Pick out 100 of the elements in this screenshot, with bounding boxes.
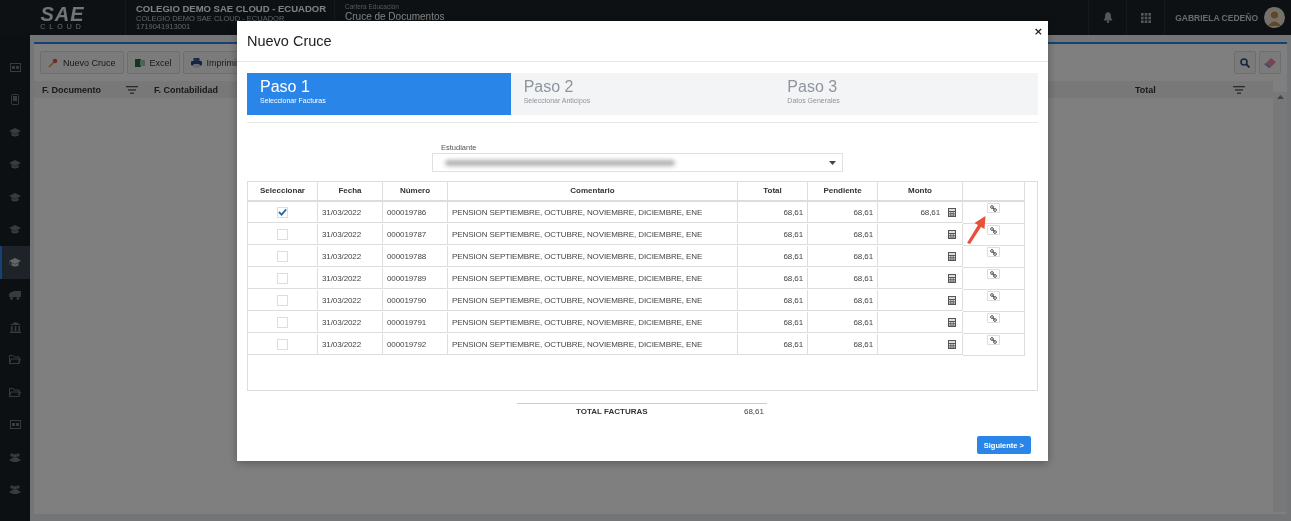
toolbar-button[interactable]: Nuevo Cruce: [40, 51, 124, 74]
column-header: Pendiente: [808, 182, 878, 202]
row-checkbox[interactable]: [277, 250, 288, 262]
eraser-icon: [1264, 57, 1276, 68]
table-cell: 31/03/2022: [322, 339, 362, 349]
caret-icon: [829, 160, 836, 165]
calculator-icon[interactable]: [948, 251, 956, 261]
apps-grid-icon[interactable]: [1140, 12, 1151, 23]
table-cell: PENSION SEPTIEMBRE, OCTUBRE, NOVIEMBRE, DICIEMBRE, ENE: [452, 207, 703, 217]
row-checkbox[interactable]: [277, 338, 288, 350]
link-button[interactable]: [987, 291, 1000, 301]
row-checkbox[interactable]: [277, 316, 288, 328]
chain-link-icon: [990, 336, 997, 344]
total-label: TOTAL FACTURAS: [576, 407, 648, 416]
people-icon: [9, 485, 21, 495]
card-icon: [9, 62, 21, 72]
graduation-cap-icon: [9, 160, 21, 170]
link-button[interactable]: [987, 269, 1000, 279]
close-button[interactable]: ×: [1033, 25, 1043, 38]
table-cell: 000019788: [387, 251, 427, 261]
chain-link-icon: [990, 204, 997, 212]
column-header: Total: [738, 182, 808, 202]
row-checkbox[interactable]: [277, 206, 288, 218]
chain-link-icon: [990, 314, 997, 322]
column-header: Número: [383, 182, 448, 202]
eraser-button[interactable]: [1259, 51, 1281, 74]
filter-icon[interactable]: [1233, 85, 1245, 94]
graduation-cap-icon: [9, 127, 21, 137]
table-cell: 68,61: [783, 273, 803, 283]
search-icon: [1240, 57, 1250, 68]
graduation-cap-icon: [9, 225, 21, 235]
table-cell: 68,61: [853, 251, 873, 261]
table-cell: PENSION SEPTIEMBRE, OCTUBRE, NOVIEMBRE, DICIEMBRE, ENE: [452, 339, 703, 349]
column-header[interactable]: F. Documento: [42, 84, 101, 95]
link-button[interactable]: [987, 247, 1000, 257]
table-cell: 68,61: [853, 273, 873, 283]
link-button[interactable]: [987, 313, 1000, 323]
graduation-cap-icon: [9, 192, 21, 202]
sidebar-item[interactable]: [0, 246, 30, 279]
table-cell: 68,61: [853, 295, 873, 305]
table-cell: 31/03/2022: [322, 317, 362, 327]
table-cell: 68,61: [783, 295, 803, 305]
table-cell: 68,61: [783, 339, 803, 349]
link-button[interactable]: [987, 225, 1000, 235]
table-cell: 000019790: [387, 295, 427, 305]
key-icon: [48, 57, 58, 68]
table-cell: 31/03/2022: [322, 207, 362, 217]
folder-icon: [9, 355, 21, 365]
column-header: Comentario: [448, 182, 738, 202]
bank-icon: [9, 321, 21, 333]
student-select[interactable]: [432, 153, 843, 172]
company-name: COLEGIO DEMO SAE CLOUD - ECUADOR: [136, 3, 326, 15]
card-icon: [9, 420, 21, 430]
avatar-icon[interactable]: [1264, 7, 1285, 28]
table-cell: 68,61: [853, 339, 873, 349]
table-cell: PENSION SEPTIEMBRE, OCTUBRE, NOVIEMBRE, DICIEMBRE, ENE: [452, 229, 703, 239]
calculator-icon[interactable]: [948, 317, 956, 327]
page-title: Cruce de Documentos: [345, 11, 445, 22]
bell-icon[interactable]: [1102, 12, 1113, 23]
row-checkbox[interactable]: [277, 228, 288, 240]
scroll-up-icon[interactable]: [1276, 95, 1284, 99]
printer-icon: [190, 57, 202, 68]
calculator-icon[interactable]: [948, 295, 956, 305]
link-button[interactable]: [987, 335, 1000, 345]
scrollbar[interactable]: [1273, 92, 1287, 512]
calculator-icon[interactable]: [948, 273, 956, 283]
phone-icon: [11, 94, 19, 106]
table-cell: 68,61: [783, 207, 803, 217]
table-cell: 68,61: [853, 207, 873, 217]
column-header: Seleccionar: [248, 182, 318, 202]
table-cell: 000019789: [387, 273, 427, 283]
calculator-icon[interactable]: [948, 339, 956, 349]
search-button[interactable]: [1234, 51, 1256, 74]
amount-value[interactable]: 68,61: [920, 207, 940, 217]
chain-link-icon: [990, 248, 997, 256]
calculator-icon[interactable]: [948, 207, 956, 217]
table-cell: 68,61: [783, 229, 803, 239]
table-cell: PENSION SEPTIEMBRE, OCTUBRE, NOVIEMBRE, DICIEMBRE, ENE: [452, 295, 703, 305]
table-cell: 000019787: [387, 229, 427, 239]
link-button[interactable]: [987, 203, 1000, 213]
truck-icon: [9, 289, 21, 300]
people-icon: [9, 452, 21, 462]
column-header[interactable]: Total: [1135, 84, 1156, 95]
dialog-title: Nuevo Cruce: [247, 33, 332, 49]
row-checkbox[interactable]: [277, 272, 288, 284]
table-cell: 68,61: [853, 229, 873, 239]
pointer-arrow: [966, 216, 986, 244]
toolbar-button[interactable]: Excel: [126, 51, 180, 74]
filter-icon[interactable]: [126, 85, 138, 94]
user-name[interactable]: GABRIELA CEDEÑO: [1175, 12, 1258, 23]
column-header[interactable]: F. Contabilidad: [154, 84, 218, 95]
table-cell: PENSION SEPTIEMBRE, OCTUBRE, NOVIEMBRE, DICIEMBRE, ENE: [452, 317, 703, 327]
row-checkbox[interactable]: [277, 294, 288, 306]
table-cell: 31/03/2022: [322, 273, 362, 283]
calculator-icon[interactable]: [948, 229, 956, 239]
spreadsheet-icon: [134, 57, 145, 68]
table-cell: 000019792: [387, 339, 427, 349]
table-cell: 31/03/2022: [322, 229, 362, 239]
total-value: 68,61: [743, 407, 765, 416]
table-cell: 31/03/2022: [322, 295, 362, 305]
